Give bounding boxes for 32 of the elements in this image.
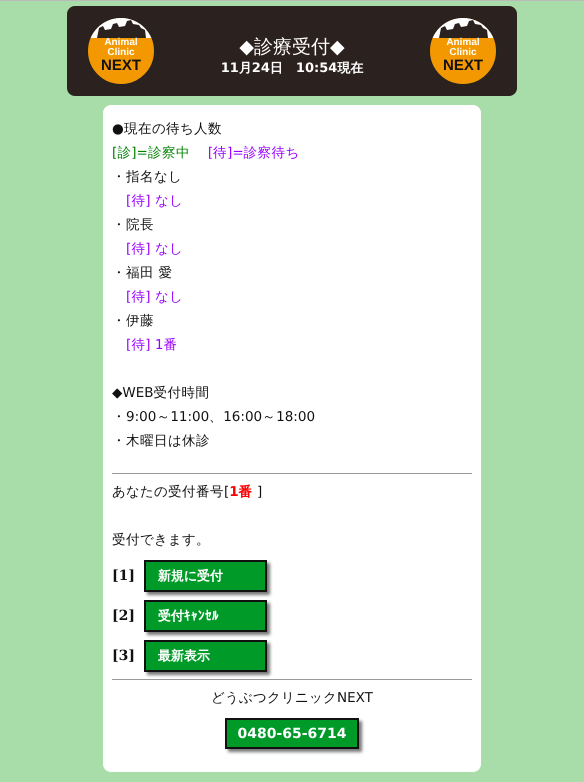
- logo-text: Animal: [446, 38, 480, 48]
- doctor-name: ・指名なし: [112, 168, 183, 187]
- logo-text: NEXT: [100, 58, 141, 73]
- section-heading: ◆WEB受付時間: [112, 384, 211, 403]
- legend-label: [待]=診察待ち: [208, 144, 300, 163]
- logo-text: NEXT: [442, 58, 483, 73]
- waiting-status: [待] なし: [125, 240, 184, 259]
- option-number: [1]: [112, 568, 134, 584]
- section-heading: ●現在の待ち人数: [112, 120, 223, 139]
- hours-text: ・9:00～11:00、16:00～18:00: [112, 408, 316, 427]
- doctor-name: ・福田 愛: [112, 264, 174, 283]
- option-number: [2]: [112, 608, 134, 624]
- timestamp: 11月24日 10:54現在: [220, 60, 364, 78]
- hours-text: ・木曜日は休診: [112, 432, 211, 451]
- legend-label: [診]=診察中: [112, 144, 190, 163]
- logo-text: Clinic: [107, 48, 135, 58]
- receipt-number-text: あなたの受付番号[1番 ]: [112, 483, 264, 502]
- option-number: [3]: [112, 648, 134, 664]
- clinic-name: どうぶつクリニックNEXT: [210, 689, 374, 708]
- action-button[interactable]: 新規に受付: [144, 560, 267, 592]
- waiting-status: [待] なし: [125, 192, 184, 211]
- waiting-status: [待] なし: [125, 288, 184, 307]
- doctor-name: ・伊藤: [112, 312, 155, 331]
- action-button[interactable]: 受付ｷｬﾝｾﾙ: [144, 600, 267, 632]
- status-message: 受付できます。: [112, 531, 211, 550]
- doctor-name: ・院長: [112, 216, 155, 235]
- logo-text: Animal: [104, 38, 138, 48]
- phone-button[interactable]: 0480-65-6714: [225, 718, 359, 749]
- action-button[interactable]: 最新表示: [144, 640, 267, 672]
- waiting-status: [待] 1番: [125, 336, 178, 355]
- logo-text: Clinic: [449, 48, 477, 58]
- page-title: ◆診療受付◆: [239, 35, 345, 60]
